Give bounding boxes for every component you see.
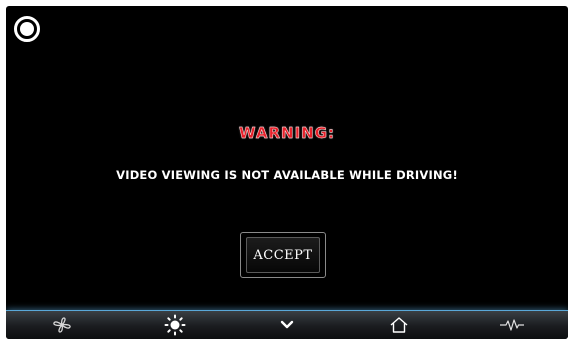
- brightness-button[interactable]: [155, 312, 195, 338]
- screen: WARNING: VIDEO VIEWING IS NOT AVAILABLE …: [6, 6, 568, 339]
- accept-button-label: ACCEPT: [246, 237, 320, 273]
- home-icon: [389, 316, 409, 334]
- climate-button[interactable]: [42, 312, 82, 338]
- collapse-button[interactable]: [267, 312, 307, 338]
- radio-indicator-icon[interactable]: [14, 16, 40, 42]
- brightness-icon: [164, 314, 186, 336]
- equalizer-button[interactable]: [492, 312, 532, 338]
- accept-button[interactable]: ACCEPT: [240, 232, 326, 278]
- warning-title: WARNING:: [238, 124, 336, 142]
- radio-indicator-dot: [20, 22, 34, 36]
- warning-message: VIDEO VIEWING IS NOT AVAILABLE WHILE DRI…: [116, 168, 458, 182]
- chevron-down-icon: [280, 320, 294, 330]
- pulse-icon: [499, 318, 525, 332]
- bottom-nav-bar: [6, 310, 568, 339]
- home-button[interactable]: [379, 312, 419, 338]
- fan-icon: [52, 317, 72, 333]
